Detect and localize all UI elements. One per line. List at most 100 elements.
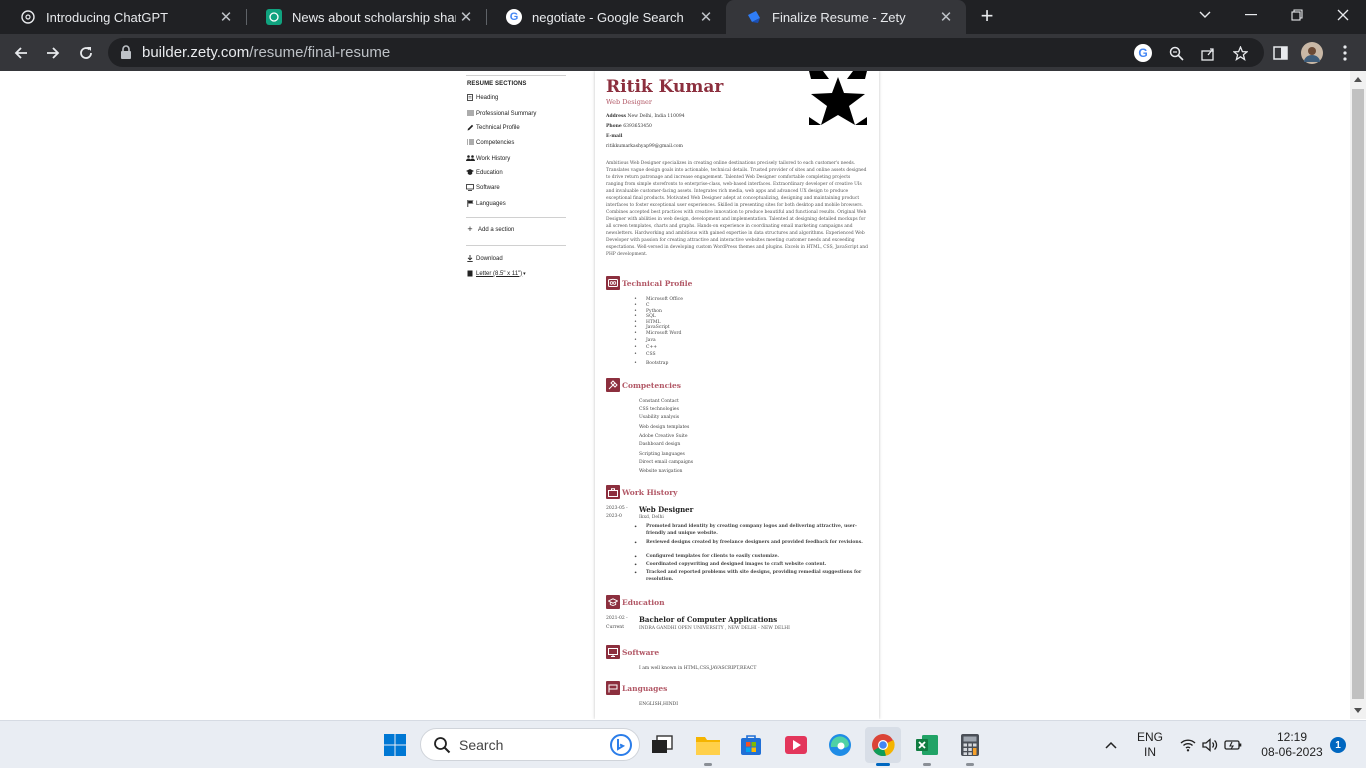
task-view-button[interactable] xyxy=(644,727,680,763)
minimize-button[interactable] xyxy=(1228,0,1274,30)
language-indicator[interactable]: ENG IN xyxy=(1130,730,1170,760)
sidebar-item-professional-summary[interactable]: Professional Summary xyxy=(466,110,536,117)
clock-date: 08-06-2023 xyxy=(1261,745,1323,759)
edge-icon xyxy=(829,734,851,756)
restore-button[interactable] xyxy=(1274,0,1320,30)
google-lens-icon[interactable]: G xyxy=(1134,44,1152,62)
microsoft-store-button[interactable] xyxy=(733,727,769,763)
people-icon xyxy=(466,155,475,162)
section-title: Competencies xyxy=(622,380,682,390)
download-button[interactable]: Download xyxy=(466,255,503,262)
running-indicator xyxy=(966,763,974,766)
tab-introducing-chatgpt[interactable]: Introducing ChatGPT ✕ xyxy=(0,0,246,34)
lines-icon xyxy=(466,110,474,117)
sidebar-item-competencies[interactable]: Competencies xyxy=(466,139,514,146)
file-explorer-button[interactable] xyxy=(690,727,726,766)
excel-button[interactable] xyxy=(909,727,945,766)
show-hidden-icons-button[interactable] xyxy=(1098,727,1124,763)
scroll-up-arrow-icon[interactable] xyxy=(1354,77,1362,82)
profile-avatar[interactable] xyxy=(1299,40,1325,66)
software-text: I am well known in HTML,CSS,JAVASCRIPT,R… xyxy=(639,666,757,671)
download-label: Download xyxy=(476,255,503,262)
media-player-button[interactable] xyxy=(778,727,814,763)
forward-button[interactable] xyxy=(40,40,66,66)
folder-icon xyxy=(696,737,720,755)
reload-button[interactable] xyxy=(73,40,99,66)
section-competencies: Competencies xyxy=(606,378,681,392)
zoom-icon[interactable] xyxy=(1166,43,1186,63)
calculator-button[interactable] xyxy=(952,727,988,766)
monitor-icon xyxy=(606,645,620,659)
taskbar-search-box[interactable]: Search xyxy=(420,728,640,761)
back-button[interactable] xyxy=(8,40,34,66)
address-label: Address xyxy=(606,114,627,119)
bookmark-star-icon[interactable] xyxy=(1230,43,1250,63)
sidebar-item-technical-profile[interactable]: Technical Profile xyxy=(466,124,520,131)
tab-negotiate-search[interactable]: G negotiate - Google Search ✕ xyxy=(486,0,726,34)
skill-item: CSS xyxy=(635,351,656,357)
caret-down-icon: ▾ xyxy=(523,270,526,277)
chrome-taskbar-button[interactable] xyxy=(865,727,901,766)
close-tab-icon[interactable]: ✕ xyxy=(456,8,476,26)
edge-browser-button[interactable] xyxy=(822,727,858,763)
professional-summary: Ambitious Web Designer specializes in cr… xyxy=(606,161,868,257)
sidebar-item-education[interactable]: Education xyxy=(466,169,503,176)
work-bullet: Promoted brand identity by creating comp… xyxy=(634,524,870,537)
divider xyxy=(466,75,566,76)
close-tab-icon[interactable]: ✕ xyxy=(216,8,236,26)
tab-finalize-resume[interactable]: Finalize Resume - Zety ✕ xyxy=(726,0,966,34)
document-icon xyxy=(466,270,474,277)
url-host: builder.zety.com xyxy=(142,44,250,61)
menu-icon[interactable] xyxy=(1332,40,1358,66)
new-tab-button[interactable]: + xyxy=(975,4,999,28)
clock-time: 12:19 xyxy=(1276,730,1308,744)
add-section-button[interactable]: + Add a section xyxy=(466,225,515,234)
close-tab-icon[interactable]: ✕ xyxy=(936,8,956,26)
sidebar-item-languages[interactable]: Languages xyxy=(466,200,506,207)
address-bar[interactable]: builder.zety.com/resume/final-resume G xyxy=(108,38,1264,67)
start-button[interactable] xyxy=(377,727,413,763)
quick-settings-button[interactable] xyxy=(1178,727,1244,763)
scrollbar-thumb[interactable] xyxy=(1352,89,1364,699)
sidebar-item-work-history[interactable]: Work History xyxy=(466,155,510,162)
close-tab-icon[interactable]: ✕ xyxy=(696,8,716,26)
sidebar-item-heading[interactable]: Heading xyxy=(466,94,498,101)
tab-search-button[interactable] xyxy=(1182,0,1228,30)
download-icon xyxy=(466,255,474,262)
work-date-start: 2023-05 - xyxy=(606,506,628,511)
url-text: builder.zety.com/resume/final-resume xyxy=(142,44,390,61)
work-bullet: Reviewed designs created by freelance de… xyxy=(634,540,870,547)
work-bullet: Configured templates for clients to easi… xyxy=(634,554,870,561)
competency-item: CSS technologies xyxy=(639,407,679,412)
tab-news-scholarship[interactable]: News about scholarship shared. ✕ xyxy=(246,0,486,34)
page-scrollbar[interactable] xyxy=(1350,71,1366,719)
work-location: Ikxd, Delhi xyxy=(639,515,664,520)
clock[interactable]: 12:19 08-06-2023 xyxy=(1252,730,1332,760)
section-education: Education xyxy=(606,595,665,609)
task-view-icon xyxy=(652,735,673,753)
profile-photo-placeholder[interactable] xyxy=(809,71,867,126)
share-icon[interactable] xyxy=(1198,43,1218,63)
close-window-button[interactable] xyxy=(1320,0,1366,30)
windows-taskbar: Search ENG IN 12:19 08-06-2023 1 xyxy=(0,720,1366,768)
paper-size-dropdown[interactable]: Letter (8.5" x 11") ▾ xyxy=(466,270,526,277)
add-section-label: Add a section xyxy=(478,226,515,233)
bing-icon[interactable] xyxy=(609,733,633,757)
section-title: Software xyxy=(622,647,660,657)
resume-preview: Ritik Kumar Web Designer Address New Del… xyxy=(595,71,879,719)
side-panel-icon[interactable] xyxy=(1267,40,1293,66)
battery-icon xyxy=(1224,740,1242,750)
competency-item: Scripting languages xyxy=(639,452,685,457)
browser-toolbar: builder.zety.com/resume/final-resume G xyxy=(0,34,1366,71)
competencies-icon xyxy=(606,378,620,392)
contact-phone: Phone 6393653450 xyxy=(606,124,652,129)
competency-item: Dashboard design xyxy=(639,442,681,447)
pencil-icon xyxy=(466,124,474,131)
scroll-down-arrow-icon[interactable] xyxy=(1354,708,1362,713)
section-title: Education xyxy=(622,597,665,607)
wifi-icon xyxy=(1180,739,1196,752)
zety-icon xyxy=(746,9,762,25)
sidebar-item-software[interactable]: Software xyxy=(466,184,500,191)
notification-badge[interactable]: 1 xyxy=(1330,737,1346,753)
calculator-icon xyxy=(961,734,979,756)
